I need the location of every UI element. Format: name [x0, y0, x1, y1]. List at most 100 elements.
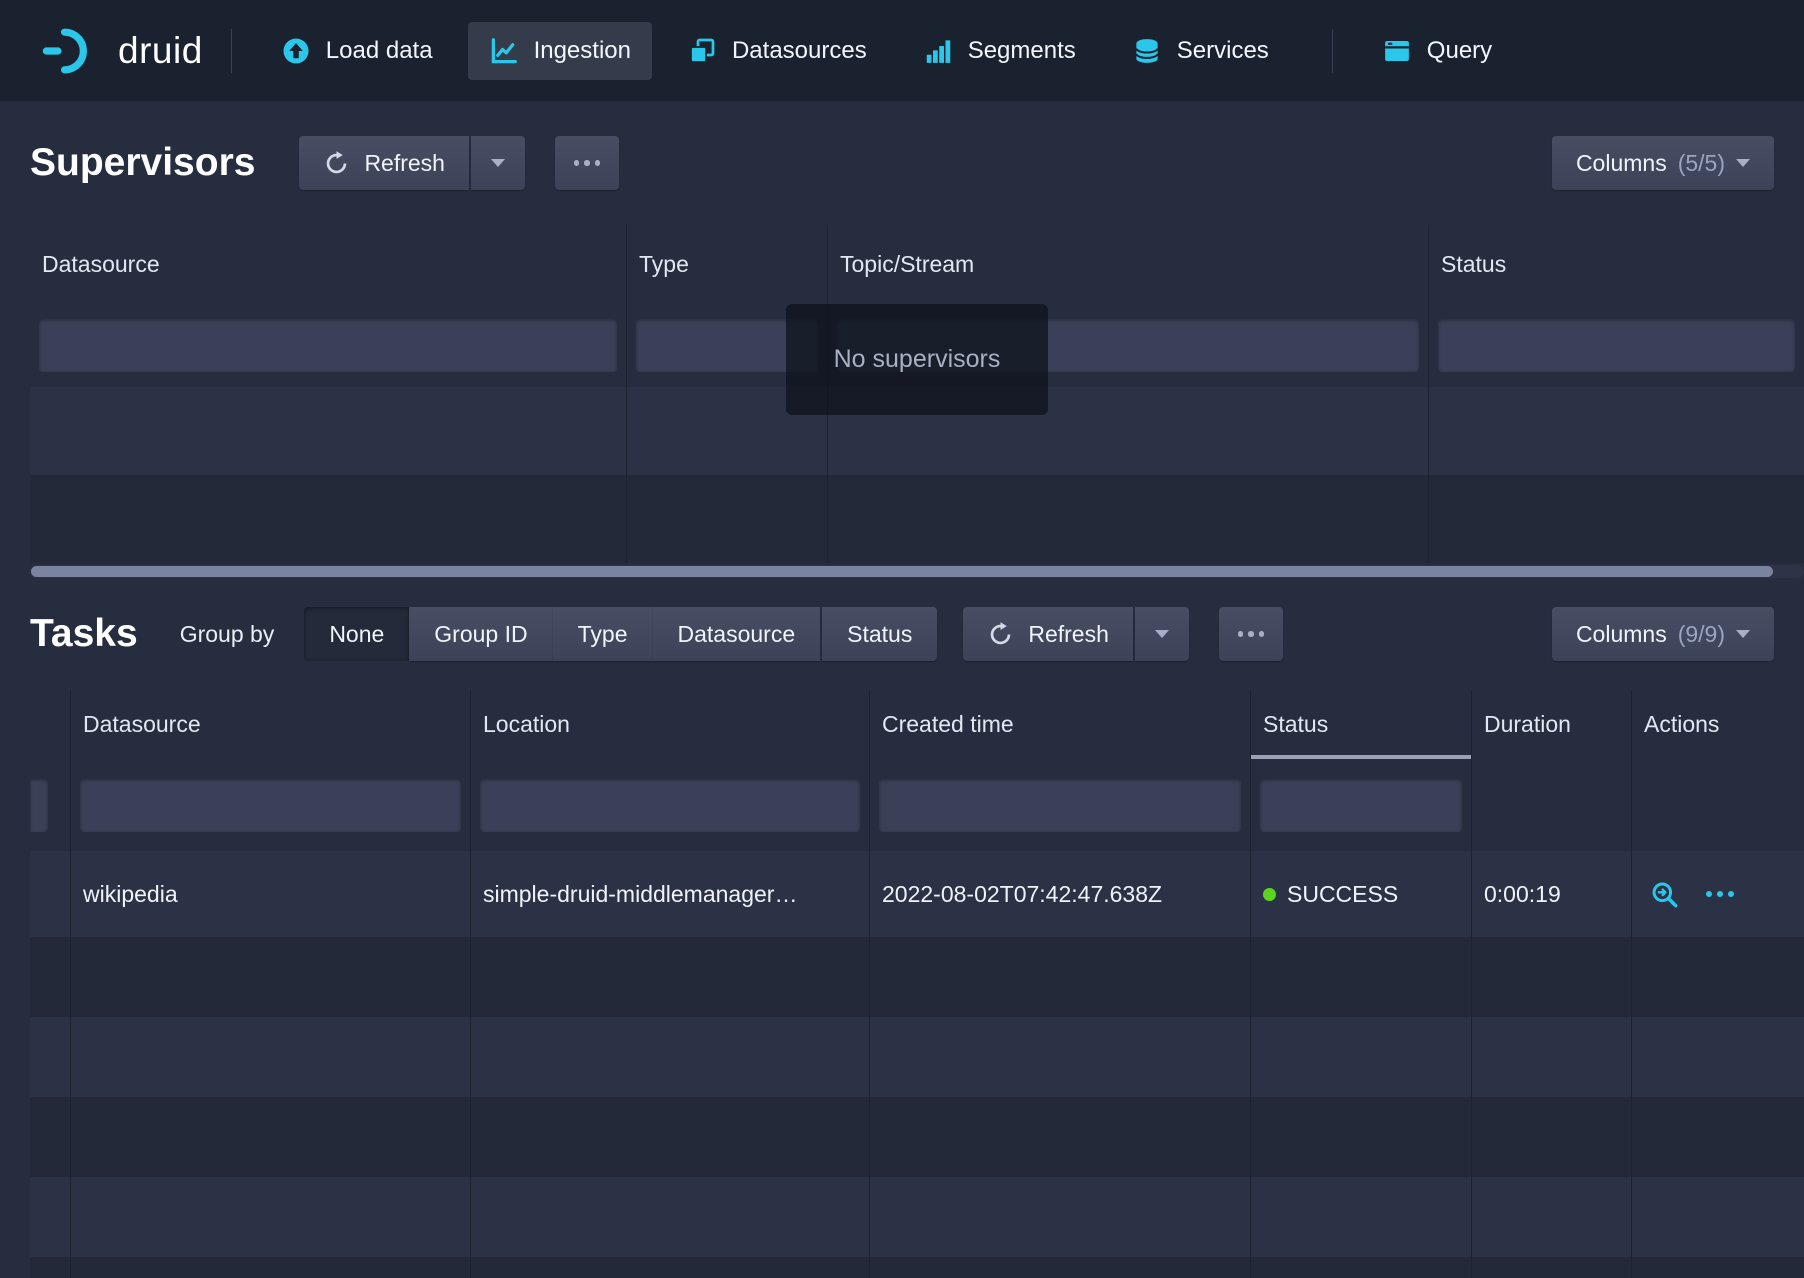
scrollbar-thumb[interactable]: [31, 566, 1773, 577]
druid-logo-icon: [40, 25, 102, 77]
services-database-icon: [1132, 36, 1162, 66]
upload-icon: [281, 36, 311, 66]
druid-logo[interactable]: druid: [40, 25, 203, 77]
group-by-segmented-control: None Group ID Type Datasource Status: [304, 607, 937, 661]
no-supervisors-message: No supervisors: [786, 304, 1048, 415]
group-by-datasource-button[interactable]: Datasource: [653, 607, 821, 661]
empty-table-row: [30, 1257, 1804, 1278]
nav-item-load-data[interactable]: Load data: [260, 22, 454, 80]
top-navbar: druid Load data Ingestion Datasources: [0, 0, 1804, 101]
empty-table-row: [30, 1177, 1804, 1257]
task-location: simple-druid-middlemanager…: [471, 851, 870, 937]
task-status-label: SUCCESS: [1287, 881, 1398, 908]
supervisors-table: Datasource Type Topic/Stream Status No s…: [30, 225, 1804, 578]
supervisors-refresh-dropdown-button[interactable]: [471, 136, 525, 190]
tasks-refresh-dropdown-button[interactable]: [1135, 607, 1189, 661]
column-header-datasource[interactable]: Datasource: [30, 225, 627, 304]
column-header-created-time[interactable]: Created time: [870, 690, 1251, 759]
nav-item-services[interactable]: Services: [1111, 22, 1290, 80]
more-icon: [1238, 631, 1265, 637]
partial-filter-input[interactable]: [30, 779, 48, 832]
segments-bars-icon: [923, 36, 953, 66]
column-header-topic-stream[interactable]: Topic/Stream: [828, 225, 1429, 304]
nav-item-label: Load data: [326, 37, 433, 65]
chevron-down-icon: [1736, 630, 1750, 638]
chevron-down-icon: [491, 159, 505, 167]
column-header-status[interactable]: Status: [1251, 690, 1472, 759]
tasks-more-button[interactable]: [1219, 607, 1284, 661]
chevron-down-icon: [1736, 159, 1750, 167]
supervisors-status-filter-input[interactable]: [1438, 319, 1795, 372]
nav-item-ingestion[interactable]: Ingestion: [468, 22, 652, 80]
navbar-divider: [231, 29, 232, 73]
tasks-columns-button[interactable]: Columns (9/9): [1552, 607, 1774, 661]
nav-item-segments[interactable]: Segments: [902, 22, 1097, 80]
group-by-status-button[interactable]: Status: [822, 607, 937, 661]
supervisors-refresh-button[interactable]: Refresh: [299, 136, 469, 190]
more-icon: [574, 160, 601, 166]
group-by-type-button[interactable]: Type: [553, 607, 653, 661]
task-datasource: wikipedia: [71, 851, 471, 937]
tasks-filter-row: [30, 759, 1804, 851]
chevron-down-icon: [1155, 630, 1169, 638]
supervisors-columns-button[interactable]: Columns (5/5): [1552, 136, 1774, 190]
columns-label: Columns: [1576, 621, 1667, 648]
column-header-duration[interactable]: Duration: [1472, 690, 1632, 759]
empty-table-row: [30, 1017, 1804, 1097]
ingestion-chart-icon: [489, 36, 519, 66]
columns-label: Columns: [1576, 150, 1667, 177]
task-actions: [1632, 851, 1804, 937]
nav-item-label: Segments: [968, 37, 1076, 65]
columns-count: (5/5): [1678, 150, 1725, 177]
tasks-title: Tasks: [30, 612, 138, 656]
refresh-label: Refresh: [364, 150, 445, 177]
supervisors-title: Supervisors: [30, 141, 255, 185]
brand-name: druid: [118, 30, 203, 72]
nav-item-query[interactable]: Query: [1361, 22, 1513, 80]
refresh-icon: [323, 150, 350, 177]
supervisors-refresh-group: Refresh: [299, 136, 525, 190]
columns-count: (9/9): [1678, 621, 1725, 648]
column-header-status[interactable]: Status: [1429, 225, 1804, 304]
tasks-status-filter-input[interactable]: [1260, 779, 1462, 832]
task-table-row[interactable]: wikipedia simple-druid-middlemanager… 20…: [30, 851, 1804, 937]
tasks-datasource-filter-input[interactable]: [80, 779, 461, 832]
supervisors-horizontal-scrollbar[interactable]: [30, 565, 1804, 578]
column-header-location[interactable]: Location: [471, 690, 870, 759]
nav-item-label: Services: [1177, 37, 1269, 65]
tasks-refresh-button[interactable]: Refresh: [963, 607, 1133, 661]
supervisors-datasource-filter-input[interactable]: [39, 319, 617, 372]
empty-table-row: [30, 1097, 1804, 1177]
empty-table-row: [30, 937, 1804, 1017]
tasks-refresh-group: Refresh: [963, 607, 1189, 661]
task-created-time: 2022-08-02T07:42:47.638Z: [870, 851, 1251, 937]
task-duration: 0:00:19: [1472, 851, 1632, 937]
column-header-type[interactable]: Type: [627, 225, 828, 304]
tasks-created-time-filter-input[interactable]: [879, 779, 1241, 832]
druid-console: druid Load data Ingestion Datasources: [0, 0, 1804, 1278]
group-by-group-id-button[interactable]: Group ID: [409, 607, 552, 661]
supervisors-more-button[interactable]: [555, 136, 620, 190]
tasks-header-row: Datasource Location Created time Status …: [30, 690, 1804, 759]
navbar-divider: [1332, 29, 1333, 73]
datasources-layers-icon: [687, 36, 717, 66]
task-actions-more-icon[interactable]: [1706, 891, 1734, 897]
nav-item-label: Datasources: [732, 37, 867, 65]
nav-item-label: Ingestion: [534, 37, 631, 65]
column-header-datasource[interactable]: Datasource: [71, 690, 471, 759]
column-header-spacer: [30, 690, 71, 759]
group-by-none-button[interactable]: None: [304, 607, 409, 661]
nav-item-datasources[interactable]: Datasources: [666, 22, 888, 80]
nav-item-label: Query: [1427, 37, 1492, 65]
column-header-actions[interactable]: Actions: [1632, 690, 1804, 759]
success-status-dot-icon: [1263, 888, 1276, 901]
tasks-location-filter-input[interactable]: [480, 779, 860, 832]
group-by-label: Group by: [180, 621, 275, 648]
refresh-icon: [987, 621, 1014, 648]
task-preview-magnifier-icon[interactable]: [1649, 879, 1680, 910]
query-console-icon: [1382, 36, 1412, 66]
task-status: SUCCESS: [1251, 851, 1472, 937]
tasks-table: Datasource Location Created time Status …: [30, 690, 1804, 1278]
refresh-label: Refresh: [1028, 621, 1109, 648]
supervisors-header-row: Datasource Type Topic/Stream Status: [30, 225, 1804, 304]
